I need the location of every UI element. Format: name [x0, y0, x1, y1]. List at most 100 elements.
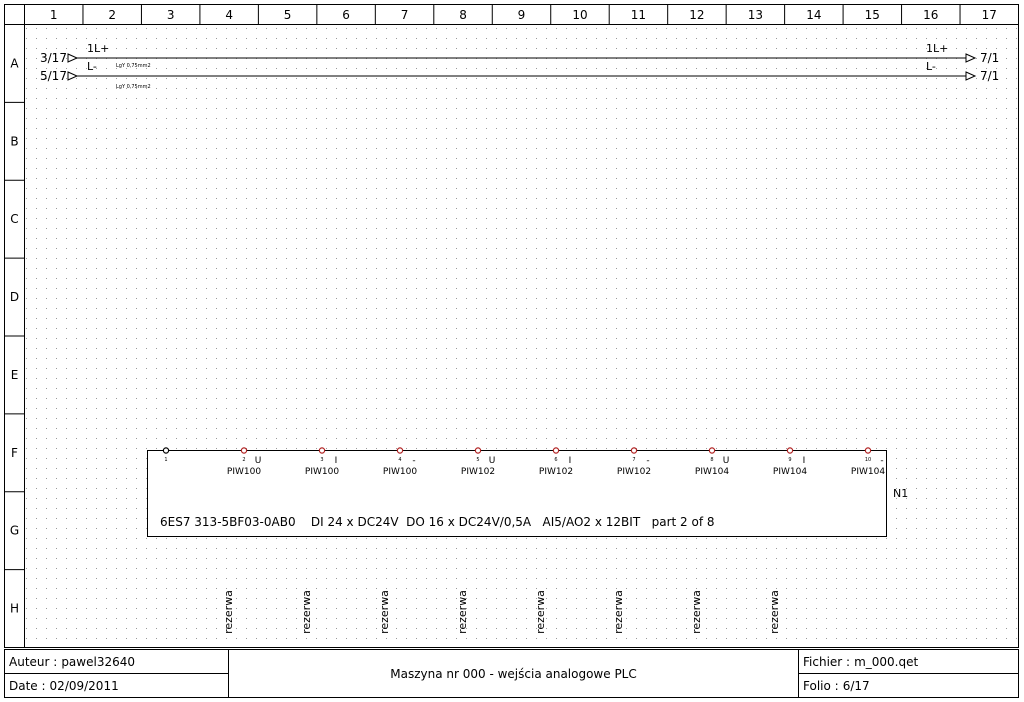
terminal-number: 4 [398, 457, 401, 463]
terminal-connector-icon[interactable] [396, 447, 404, 454]
terminal-type: I [803, 456, 806, 466]
file-cell: Fichier : m_000.qet [798, 650, 1018, 674]
terminal-connector-icon[interactable] [162, 447, 170, 454]
bus-end-label: 1L+ [926, 42, 948, 55]
folio-cell: Folio : 6/17 [798, 674, 1018, 697]
bus-to-ref[interactable]: 7/1 [980, 69, 999, 83]
column-headers: 1 2 3 4 5 6 7 8 9 10 11 12 13 14 15 16 17 [50, 4, 997, 24]
column-number: 2 [108, 8, 116, 22]
terminal-address: PIW100 [227, 467, 261, 477]
terminal-number: 7 [632, 457, 635, 463]
terminal-connector-icon[interactable] [630, 447, 638, 454]
terminal-connector-icon[interactable] [786, 447, 794, 454]
bus-name: 1L+ [87, 42, 109, 55]
column-number: 15 [865, 8, 880, 22]
reserve-label: rezerwa [378, 590, 391, 634]
title-cell: Maszyna nr 000 - wejścia analogowe PLC [229, 650, 798, 697]
terminal-number: 6 [554, 457, 557, 463]
file-value: m_000.qet [854, 654, 919, 669]
reserve-label: rezerwa [300, 590, 313, 634]
terminal-address: PIW104 [851, 467, 885, 477]
column-number: 13 [748, 8, 763, 22]
row-headers: A B C D E F G H [4, 56, 24, 616]
reserve-label: rezerwa [690, 590, 703, 634]
bus-to-ref[interactable]: 7/1 [980, 51, 999, 65]
terminal-type: - [880, 456, 883, 466]
author-label: Auteur : [9, 654, 58, 669]
bus-from-ref[interactable]: 3/17 [40, 51, 67, 65]
column-number: 9 [518, 8, 526, 22]
terminal-connector-icon[interactable] [240, 447, 248, 454]
row-letter: D [10, 290, 19, 304]
reserve-label: rezerwa [222, 590, 235, 634]
terminal-connector-icon[interactable] [708, 447, 716, 454]
terminal-type: - [412, 456, 415, 466]
terminal-connector-icon[interactable] [552, 447, 560, 454]
terminal-number: 5 [476, 457, 479, 463]
terminal-address: PIW102 [461, 467, 495, 477]
terminal-address: PIW102 [617, 467, 651, 477]
row-letter: B [10, 134, 18, 148]
column-number: 7 [401, 8, 409, 22]
column-number: 14 [806, 8, 821, 22]
column-number: 3 [167, 8, 175, 22]
column-number: 4 [225, 8, 233, 22]
terminal-type: I [569, 456, 572, 466]
terminal-connector-icon[interactable] [318, 447, 326, 454]
reserve-label: rezerwa [612, 590, 625, 634]
bus-name: L- [87, 60, 97, 73]
bus-cable: LgY 0,75mm2 [116, 63, 151, 69]
column-number: 5 [284, 8, 292, 22]
terminal-address: PIW102 [539, 467, 573, 477]
title-block: Auteur : pawel32640 Date : 02/09/2011 Ma… [4, 649, 1019, 698]
bus-end-label: L- [926, 60, 936, 73]
row-letter: A [10, 56, 19, 70]
terminal-type: U [255, 456, 262, 466]
terminal-type: - [646, 456, 649, 466]
row-letter: G [10, 524, 19, 538]
row-letter: H [10, 602, 19, 616]
terminal-number: 8 [710, 457, 713, 463]
plc-module[interactable]: 1 2 UPIW1003 IPIW1004 -PIW1005 UPIW1026 IPIW10… [147, 447, 909, 537]
dot-grid [25, 25, 1019, 647]
terminal-number: 1 [164, 457, 167, 463]
row-letter: C [10, 212, 18, 226]
folio-value: 6/17 [842, 678, 870, 693]
column-number: 10 [572, 8, 587, 22]
column-number: 16 [923, 8, 938, 22]
reserve-label: rezerwa [768, 590, 781, 634]
terminal-connector-icon[interactable] [864, 447, 872, 454]
author-value: pawel32640 [61, 654, 135, 669]
bus-cable: LgY 0,75mm2 [116, 84, 151, 90]
terminal-type: U [489, 456, 496, 466]
bus-from-ref[interactable]: 5/17 [40, 69, 67, 83]
row-letter: F [11, 446, 18, 460]
terminal-number: 9 [788, 457, 791, 463]
terminal-connector-icon[interactable] [474, 447, 482, 454]
schematic-sheet: 1 2 3 4 5 6 7 8 9 10 11 12 13 14 15 16 17 ABCDEFGH 3/17 … [4, 4, 1019, 648]
column-number: 6 [342, 8, 350, 22]
terminal-address: PIW104 [695, 467, 729, 477]
reserve-label: rezerwa [534, 590, 547, 634]
folio-label: Folio : [803, 678, 839, 693]
date-value: 02/09/2011 [49, 678, 119, 693]
plc-tag: N1 [893, 487, 908, 500]
column-number: 8 [459, 8, 467, 22]
terminal-address: PIW100 [383, 467, 417, 477]
terminal-number: 2 [242, 457, 245, 463]
terminal-type: I [335, 456, 338, 466]
plc-description: 6ES7 313-5BF03-0AB0 DI 24 x DC24V DO 16 … [160, 515, 715, 529]
terminal-address: PIW100 [305, 467, 339, 477]
sheet-title: Maszyna nr 000 - wejścia analogowe PLC [390, 666, 637, 681]
column-number: 1 [50, 8, 58, 22]
reserve-label: rezerwa [456, 590, 469, 634]
terminal-type: U [723, 456, 730, 466]
terminal-address: PIW104 [773, 467, 807, 477]
author-cell: Auteur : pawel32640 [5, 650, 229, 674]
column-number: 11 [631, 8, 646, 22]
column-number: 17 [982, 8, 997, 22]
date-cell: Date : 02/09/2011 [5, 674, 229, 697]
column-number: 12 [689, 8, 704, 22]
date-label: Date : [9, 678, 46, 693]
file-label: Fichier : [803, 654, 851, 669]
